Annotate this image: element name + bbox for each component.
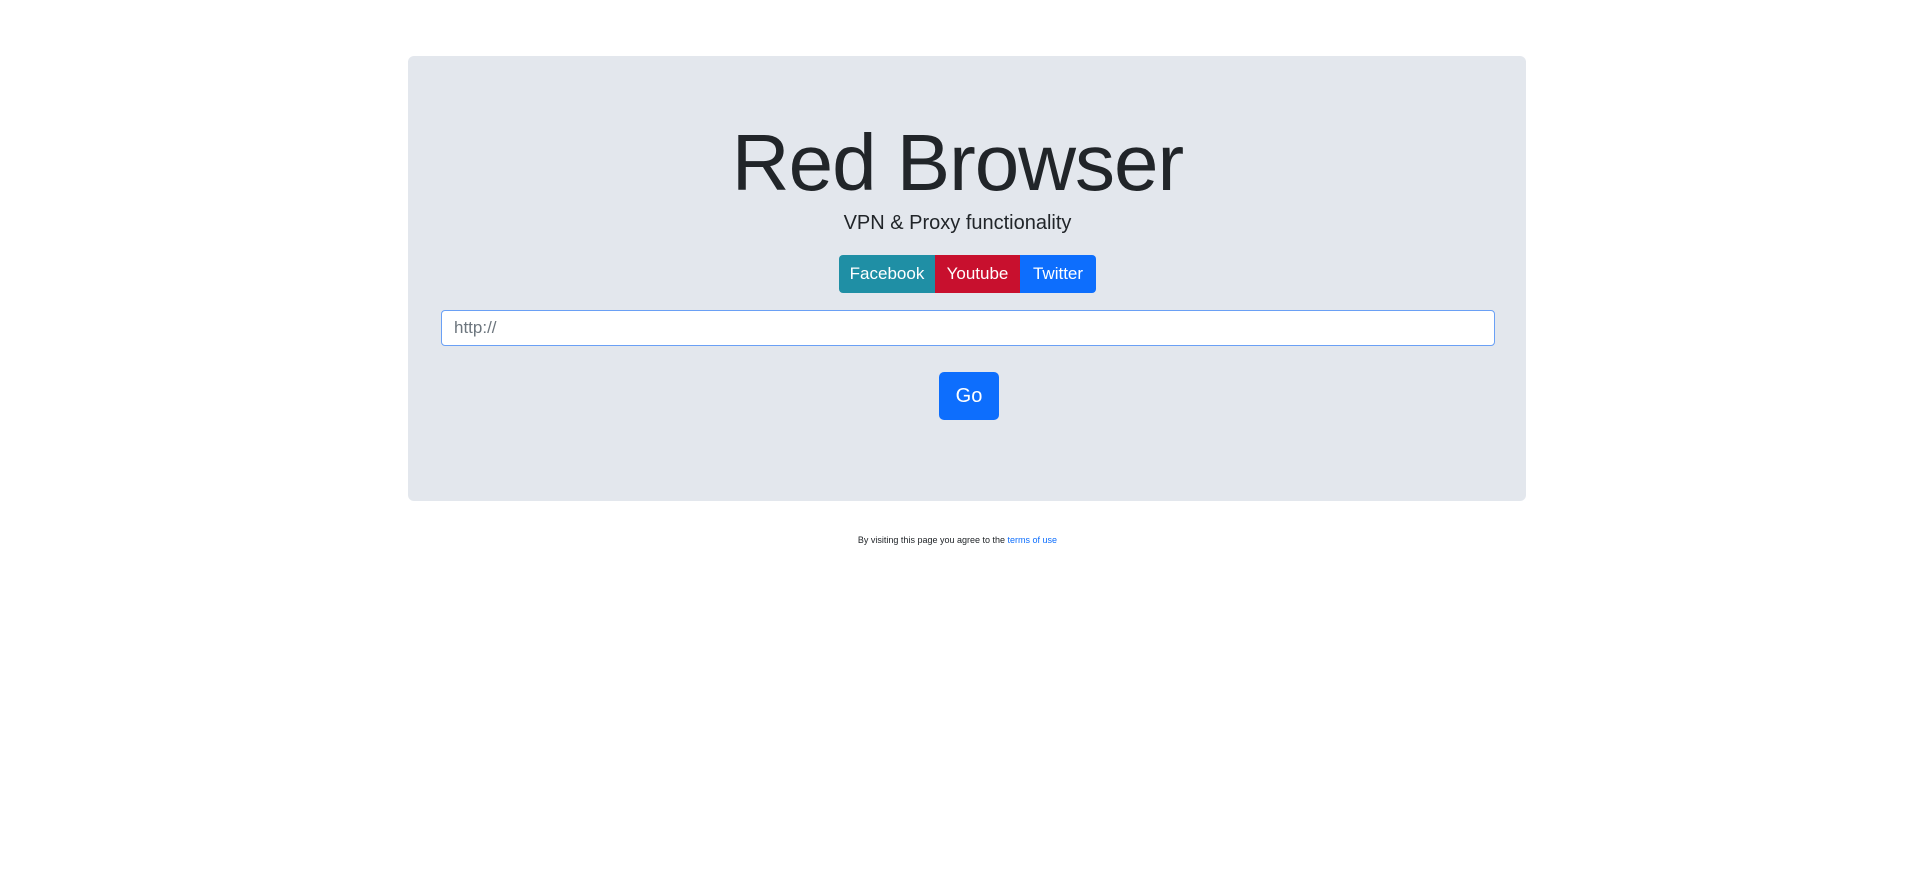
terms-of-use-link[interactable]: terms of use: [1008, 535, 1058, 545]
twitter-button[interactable]: Twitter: [1020, 255, 1096, 293]
url-input[interactable]: [441, 310, 1495, 346]
go-button[interactable]: Go: [939, 372, 999, 420]
footer-text: By visiting this page you agree to the: [857, 535, 1006, 545]
page-subtitle: VPN & Proxy functionality: [843, 212, 1072, 234]
page-title: Red Browser: [731, 118, 1184, 207]
footer: By visiting this page you agree to the t…: [0, 535, 1915, 545]
shortcut-button-group: Facebook Youtube Twitter: [839, 255, 1096, 293]
youtube-button[interactable]: Youtube: [935, 255, 1020, 293]
facebook-button[interactable]: Facebook: [839, 255, 935, 293]
